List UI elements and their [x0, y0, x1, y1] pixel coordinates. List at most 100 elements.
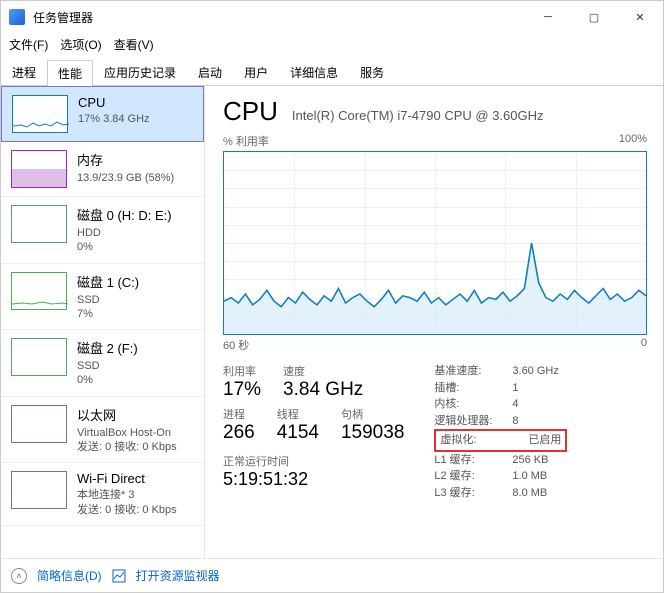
sidebar-item-disk1[interactable]: 磁盘 1 (C:) SSD 7%	[1, 264, 204, 331]
sidebar-item-label: 磁盘 0 (H: D: E:)	[77, 205, 172, 224]
menubar: 文件(F) 选项(O) 查看(V)	[1, 33, 663, 55]
speed-value: 3.84 GHz	[283, 379, 363, 402]
tabs: 进程 性能 应用历史记录 启动 用户 详细信息 服务	[1, 59, 663, 86]
sidebar-item-cpu[interactable]: CPU 17% 3.84 GHz	[1, 86, 204, 142]
sidebar-item-wifi[interactable]: Wi-Fi Direct 本地连接* 3 发送: 0 接收: 0 Kbps	[1, 463, 204, 526]
maximize-button[interactable]: ▢	[571, 1, 617, 33]
chart-label-bl: 60 秒	[223, 337, 249, 353]
spec-key: 插槽:	[434, 380, 498, 397]
chart-label-tl: % 利用率	[223, 133, 269, 149]
util-value: 17%	[223, 379, 261, 402]
virtualization-highlight: 虚拟化: 已启用	[434, 429, 567, 452]
menu-file[interactable]: 文件(F)	[9, 36, 48, 53]
minimize-button[interactable]: ─	[525, 1, 571, 33]
hnd-value: 159038	[341, 422, 404, 445]
page-title: CPU	[223, 96, 278, 127]
cpu-model: Intel(R) Core(TM) i7-4790 CPU @ 3.60GHz	[292, 108, 544, 123]
proc-label: 进程	[223, 406, 255, 422]
sidebar-item-label: 以太网	[77, 405, 177, 424]
network-thumbnail	[11, 405, 67, 443]
tab-startup[interactable]: 启动	[187, 59, 233, 85]
window-title: 任务管理器	[33, 9, 525, 26]
spec-key: L2 缓存:	[434, 468, 498, 485]
spec-value: 1	[512, 380, 518, 397]
uptime-label: 正常运行时间	[223, 453, 404, 469]
spec-row: 内核: 4	[434, 396, 567, 413]
spec-key: 虚拟化:	[440, 432, 504, 449]
resource-monitor-link[interactable]: 打开资源监视器	[136, 567, 220, 584]
uptime-value: 5:19:51:32	[223, 469, 404, 490]
sidebar-item-memory[interactable]: 内存 13.9/23.9 GB (58%)	[1, 142, 204, 197]
chart-line	[224, 152, 646, 334]
disk-thumbnail	[11, 272, 67, 310]
tab-services[interactable]: 服务	[349, 59, 395, 85]
spec-key: L3 缓存:	[434, 485, 498, 502]
cpu-chart	[223, 151, 647, 335]
menu-options[interactable]: 选项(O)	[60, 36, 101, 53]
memory-thumbnail	[11, 150, 67, 188]
disk-thumbnail	[11, 205, 67, 243]
thr-label: 线程	[277, 406, 319, 422]
tab-processes[interactable]: 进程	[1, 59, 47, 85]
spec-row: 基准速度: 3.60 GHz	[434, 363, 567, 380]
sidebar-item-label: 磁盘 1 (C:)	[77, 272, 139, 291]
app-icon	[9, 9, 25, 25]
spec-row: L3 缓存: 8.0 MB	[434, 485, 567, 502]
spec-value: 1.0 MB	[512, 468, 547, 485]
sidebar-item-sub: 本地连接* 3 发送: 0 接收: 0 Kbps	[77, 488, 177, 517]
main-panel: CPU Intel(R) Core(TM) i7-4790 CPU @ 3.60…	[205, 86, 663, 558]
sidebar-item-label: 磁盘 2 (F:)	[77, 338, 138, 357]
sidebar-item-label: CPU	[78, 95, 150, 110]
util-label: 利用率	[223, 363, 261, 379]
sidebar-item-sub: 13.9/23.9 GB (58%)	[77, 171, 174, 185]
spec-row: L1 缓存: 256 KB	[434, 452, 567, 469]
brief-info-link[interactable]: 简略信息(D)	[37, 567, 102, 584]
spec-row: 插槽: 1	[434, 380, 567, 397]
sidebar-item-disk2[interactable]: 磁盘 2 (F:) SSD 0%	[1, 330, 204, 397]
sidebar-item-label: 内存	[77, 150, 174, 169]
proc-value: 266	[223, 422, 255, 445]
disk-thumbnail	[11, 338, 67, 376]
spec-value: 已启用	[528, 432, 561, 449]
network-thumbnail	[11, 471, 67, 509]
spec-key: 内核:	[434, 396, 498, 413]
hnd-label: 句柄	[341, 406, 404, 422]
spec-key: L1 缓存:	[434, 452, 498, 469]
footer: ˄ 简略信息(D) 打开资源监视器	[1, 558, 663, 592]
sidebar: CPU 17% 3.84 GHz 内存 13.9/23.9 GB (58%) 磁盘 …	[1, 86, 205, 558]
tab-performance[interactable]: 性能	[47, 60, 93, 86]
spec-value: 8	[512, 413, 518, 430]
sidebar-item-sub: SSD 7%	[77, 293, 139, 322]
sidebar-item-disk0[interactable]: 磁盘 0 (H: D: E:) HDD 0%	[1, 197, 204, 264]
tab-details[interactable]: 详细信息	[279, 59, 349, 85]
spec-key: 基准速度:	[434, 363, 498, 380]
sidebar-item-sub: SSD 0%	[77, 359, 138, 388]
sidebar-item-sub: 17% 3.84 GHz	[78, 112, 150, 126]
speed-label: 速度	[283, 363, 363, 379]
spec-row: 逻辑处理器: 8	[434, 413, 567, 430]
spec-key: 逻辑处理器:	[434, 413, 498, 430]
chart-label-br: 0	[641, 337, 647, 353]
spec-value: 4	[512, 396, 518, 413]
thr-value: 4154	[277, 422, 319, 445]
sidebar-item-label: Wi-Fi Direct	[77, 471, 177, 486]
spec-value: 8.0 MB	[512, 485, 547, 502]
sidebar-item-sub: HDD 0%	[77, 226, 172, 255]
spec-value: 3.60 GHz	[512, 363, 558, 380]
close-button[interactable]: ✕	[617, 1, 663, 33]
spec-value: 256 KB	[512, 452, 548, 469]
resource-monitor-icon	[112, 569, 126, 583]
menu-view[interactable]: 查看(V)	[114, 36, 154, 53]
sidebar-item-sub: VirtualBox Host-On 发送: 0 接收: 0 Kbps	[77, 426, 177, 455]
titlebar: 任务管理器 ─ ▢ ✕	[1, 1, 663, 33]
tab-users[interactable]: 用户	[233, 59, 279, 85]
cpu-thumbnail	[12, 95, 68, 133]
sidebar-item-ethernet[interactable]: 以太网 VirtualBox Host-On 发送: 0 接收: 0 Kbps	[1, 397, 204, 464]
tab-app-history[interactable]: 应用历史记录	[93, 59, 187, 85]
spec-row: 虚拟化: 已启用	[434, 429, 567, 452]
chevron-up-icon[interactable]: ˄	[11, 568, 27, 584]
content: CPU 17% 3.84 GHz 内存 13.9/23.9 GB (58%) 磁盘 …	[1, 86, 663, 558]
chart-label-tr: 100%	[619, 133, 647, 149]
spec-table: 基准速度: 3.60 GHz 插槽: 1 内核: 4 逻辑处理器: 8 虚拟化: 已启用 L1 缓存…	[434, 363, 567, 501]
spec-row: L2 缓存: 1.0 MB	[434, 468, 567, 485]
